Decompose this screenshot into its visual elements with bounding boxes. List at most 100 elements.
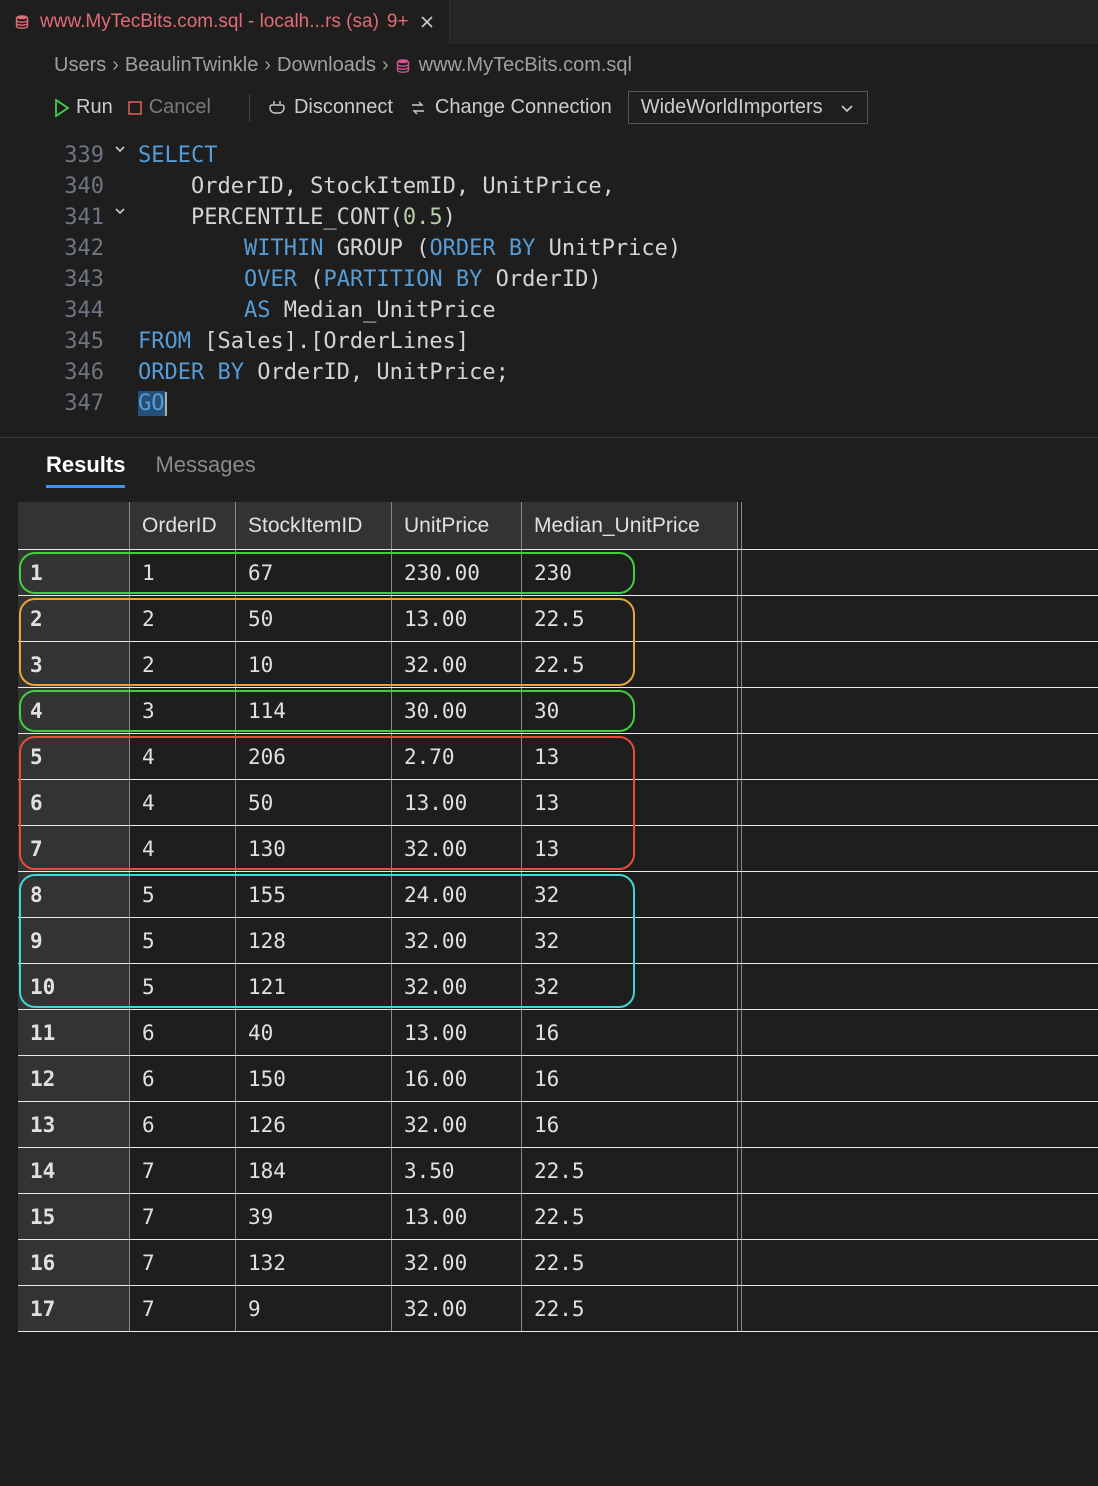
- cell-unitprice[interactable]: 13.00: [392, 1194, 522, 1239]
- cell-orderid[interactable]: 4: [130, 734, 236, 779]
- editor-tab[interactable]: www.MyTecBits.com.sql - localh...rs (sa)…: [0, 0, 450, 44]
- cell-median[interactable]: 32: [522, 918, 738, 963]
- tab-messages[interactable]: Messages: [155, 452, 255, 486]
- cell-unitprice[interactable]: 13.00: [392, 1010, 522, 1055]
- cell-stockitemid[interactable]: 50: [236, 780, 392, 825]
- table-row[interactable]: 4311430.0030: [18, 688, 1098, 734]
- cell-stockitemid[interactable]: 9: [236, 1286, 392, 1331]
- table-row[interactable]: 13612632.0016: [18, 1102, 1098, 1148]
- run-button[interactable]: Run: [54, 96, 113, 119]
- table-row[interactable]: 9512832.0032: [18, 918, 1098, 964]
- cell-median[interactable]: 13: [522, 734, 738, 779]
- cell-orderid[interactable]: 6: [130, 1102, 236, 1147]
- change-connection-button[interactable]: Change Connection: [409, 96, 612, 119]
- cell-orderid[interactable]: 4: [130, 780, 236, 825]
- cell-unitprice[interactable]: 32.00: [392, 1102, 522, 1147]
- cell-stockitemid[interactable]: 206: [236, 734, 392, 779]
- cell-orderid[interactable]: 2: [130, 642, 236, 687]
- disconnect-button[interactable]: Disconnect: [268, 96, 393, 119]
- cell-orderid[interactable]: 1: [130, 550, 236, 595]
- cell-unitprice[interactable]: 230.00: [392, 550, 522, 595]
- cell-unitprice[interactable]: 3.50: [392, 1148, 522, 1193]
- table-row[interactable]: 12615016.0016: [18, 1056, 1098, 1102]
- table-row[interactable]: 542062.7013: [18, 734, 1098, 780]
- table-row[interactable]: 10512132.0032: [18, 964, 1098, 1010]
- column-header[interactable]: UnitPrice: [392, 502, 522, 549]
- cell-stockitemid[interactable]: 130: [236, 826, 392, 871]
- breadcrumb-item[interactable]: Users: [54, 54, 106, 77]
- cell-unitprice[interactable]: 32.00: [392, 642, 522, 687]
- code-editor[interactable]: 339SELECT340 OrderID, StockItemID, UnitP…: [0, 134, 1098, 419]
- cell-stockitemid[interactable]: 121: [236, 964, 392, 1009]
- cell-stockitemid[interactable]: 39: [236, 1194, 392, 1239]
- cell-unitprice[interactable]: 13.00: [392, 780, 522, 825]
- code-line[interactable]: 344 AS Median_UnitPrice: [0, 295, 1098, 326]
- cell-stockitemid[interactable]: 132: [236, 1240, 392, 1285]
- tab-results[interactable]: Results: [46, 452, 125, 486]
- cell-orderid[interactable]: 4: [130, 826, 236, 871]
- cell-median[interactable]: 13: [522, 826, 738, 871]
- cell-unitprice[interactable]: 24.00: [392, 872, 522, 917]
- cell-unitprice[interactable]: 32.00: [392, 964, 522, 1009]
- results-grid[interactable]: OrderIDStockItemIDUnitPriceMedian_UnitPr…: [0, 502, 1098, 1332]
- code-line[interactable]: 339SELECT: [0, 140, 1098, 171]
- table-row[interactable]: 1471843.5022.5: [18, 1148, 1098, 1194]
- cell-median[interactable]: 22.5: [522, 642, 738, 687]
- cell-orderid[interactable]: 2: [130, 596, 236, 641]
- table-row[interactable]: 225013.0022.5: [18, 596, 1098, 642]
- cell-median[interactable]: 22.5: [522, 1194, 738, 1239]
- cell-unitprice[interactable]: 32.00: [392, 918, 522, 963]
- cell-median[interactable]: 22.5: [522, 1148, 738, 1193]
- code-line[interactable]: 345FROM [Sales].[OrderLines]: [0, 326, 1098, 357]
- cell-orderid[interactable]: 3: [130, 688, 236, 733]
- table-row[interactable]: 645013.0013: [18, 780, 1098, 826]
- cell-median[interactable]: 22.5: [522, 1286, 738, 1331]
- table-row[interactable]: 7413032.0013: [18, 826, 1098, 872]
- close-icon[interactable]: [419, 14, 435, 30]
- cell-unitprice[interactable]: 32.00: [392, 826, 522, 871]
- cell-stockitemid[interactable]: 155: [236, 872, 392, 917]
- cell-median[interactable]: 32: [522, 872, 738, 917]
- cell-unitprice[interactable]: 30.00: [392, 688, 522, 733]
- table-row[interactable]: 177932.0022.5: [18, 1286, 1098, 1332]
- cell-orderid[interactable]: 7: [130, 1286, 236, 1331]
- column-header[interactable]: StockItemID: [236, 502, 392, 549]
- cell-median[interactable]: 30: [522, 688, 738, 733]
- table-row[interactable]: 1167230.00230: [18, 550, 1098, 596]
- cell-stockitemid[interactable]: 128: [236, 918, 392, 963]
- cell-stockitemid[interactable]: 126: [236, 1102, 392, 1147]
- cell-stockitemid[interactable]: 50: [236, 596, 392, 641]
- cell-median[interactable]: 230: [522, 550, 738, 595]
- cell-median[interactable]: 32: [522, 964, 738, 1009]
- column-header[interactable]: Median_UnitPrice: [522, 502, 738, 549]
- cell-orderid[interactable]: 6: [130, 1010, 236, 1055]
- cell-median[interactable]: 22.5: [522, 596, 738, 641]
- code-line[interactable]: 343 OVER (PARTITION BY OrderID): [0, 264, 1098, 295]
- cell-stockitemid[interactable]: 150: [236, 1056, 392, 1101]
- code-line[interactable]: 347GO: [0, 388, 1098, 419]
- cell-orderid[interactable]: 5: [130, 918, 236, 963]
- cell-stockitemid[interactable]: 67: [236, 550, 392, 595]
- cell-unitprice[interactable]: 32.00: [392, 1240, 522, 1285]
- cell-median[interactable]: 16: [522, 1102, 738, 1147]
- breadcrumb-item[interactable]: www.MyTecBits.com.sql: [419, 54, 632, 77]
- breadcrumb-item[interactable]: Downloads: [277, 54, 376, 77]
- cell-median[interactable]: 13: [522, 780, 738, 825]
- cell-stockitemid[interactable]: 184: [236, 1148, 392, 1193]
- cell-orderid[interactable]: 7: [130, 1194, 236, 1239]
- cell-orderid[interactable]: 6: [130, 1056, 236, 1101]
- fold-chevron-icon[interactable]: [114, 205, 126, 217]
- table-row[interactable]: 321032.0022.5: [18, 642, 1098, 688]
- cell-unitprice[interactable]: 13.00: [392, 596, 522, 641]
- code-line[interactable]: 342 WITHIN GROUP (ORDER BY UnitPrice): [0, 233, 1098, 264]
- cell-orderid[interactable]: 5: [130, 872, 236, 917]
- breadcrumb-item[interactable]: BeaulinTwinkle: [125, 54, 258, 77]
- column-header[interactable]: OrderID: [130, 502, 236, 549]
- cell-orderid[interactable]: 5: [130, 964, 236, 1009]
- table-row[interactable]: 16713232.0022.5: [18, 1240, 1098, 1286]
- cell-unitprice[interactable]: 2.70: [392, 734, 522, 779]
- cell-orderid[interactable]: 7: [130, 1148, 236, 1193]
- cell-median[interactable]: 16: [522, 1056, 738, 1101]
- cell-stockitemid[interactable]: 40: [236, 1010, 392, 1055]
- code-line[interactable]: 341 PERCENTILE_CONT(0.5): [0, 202, 1098, 233]
